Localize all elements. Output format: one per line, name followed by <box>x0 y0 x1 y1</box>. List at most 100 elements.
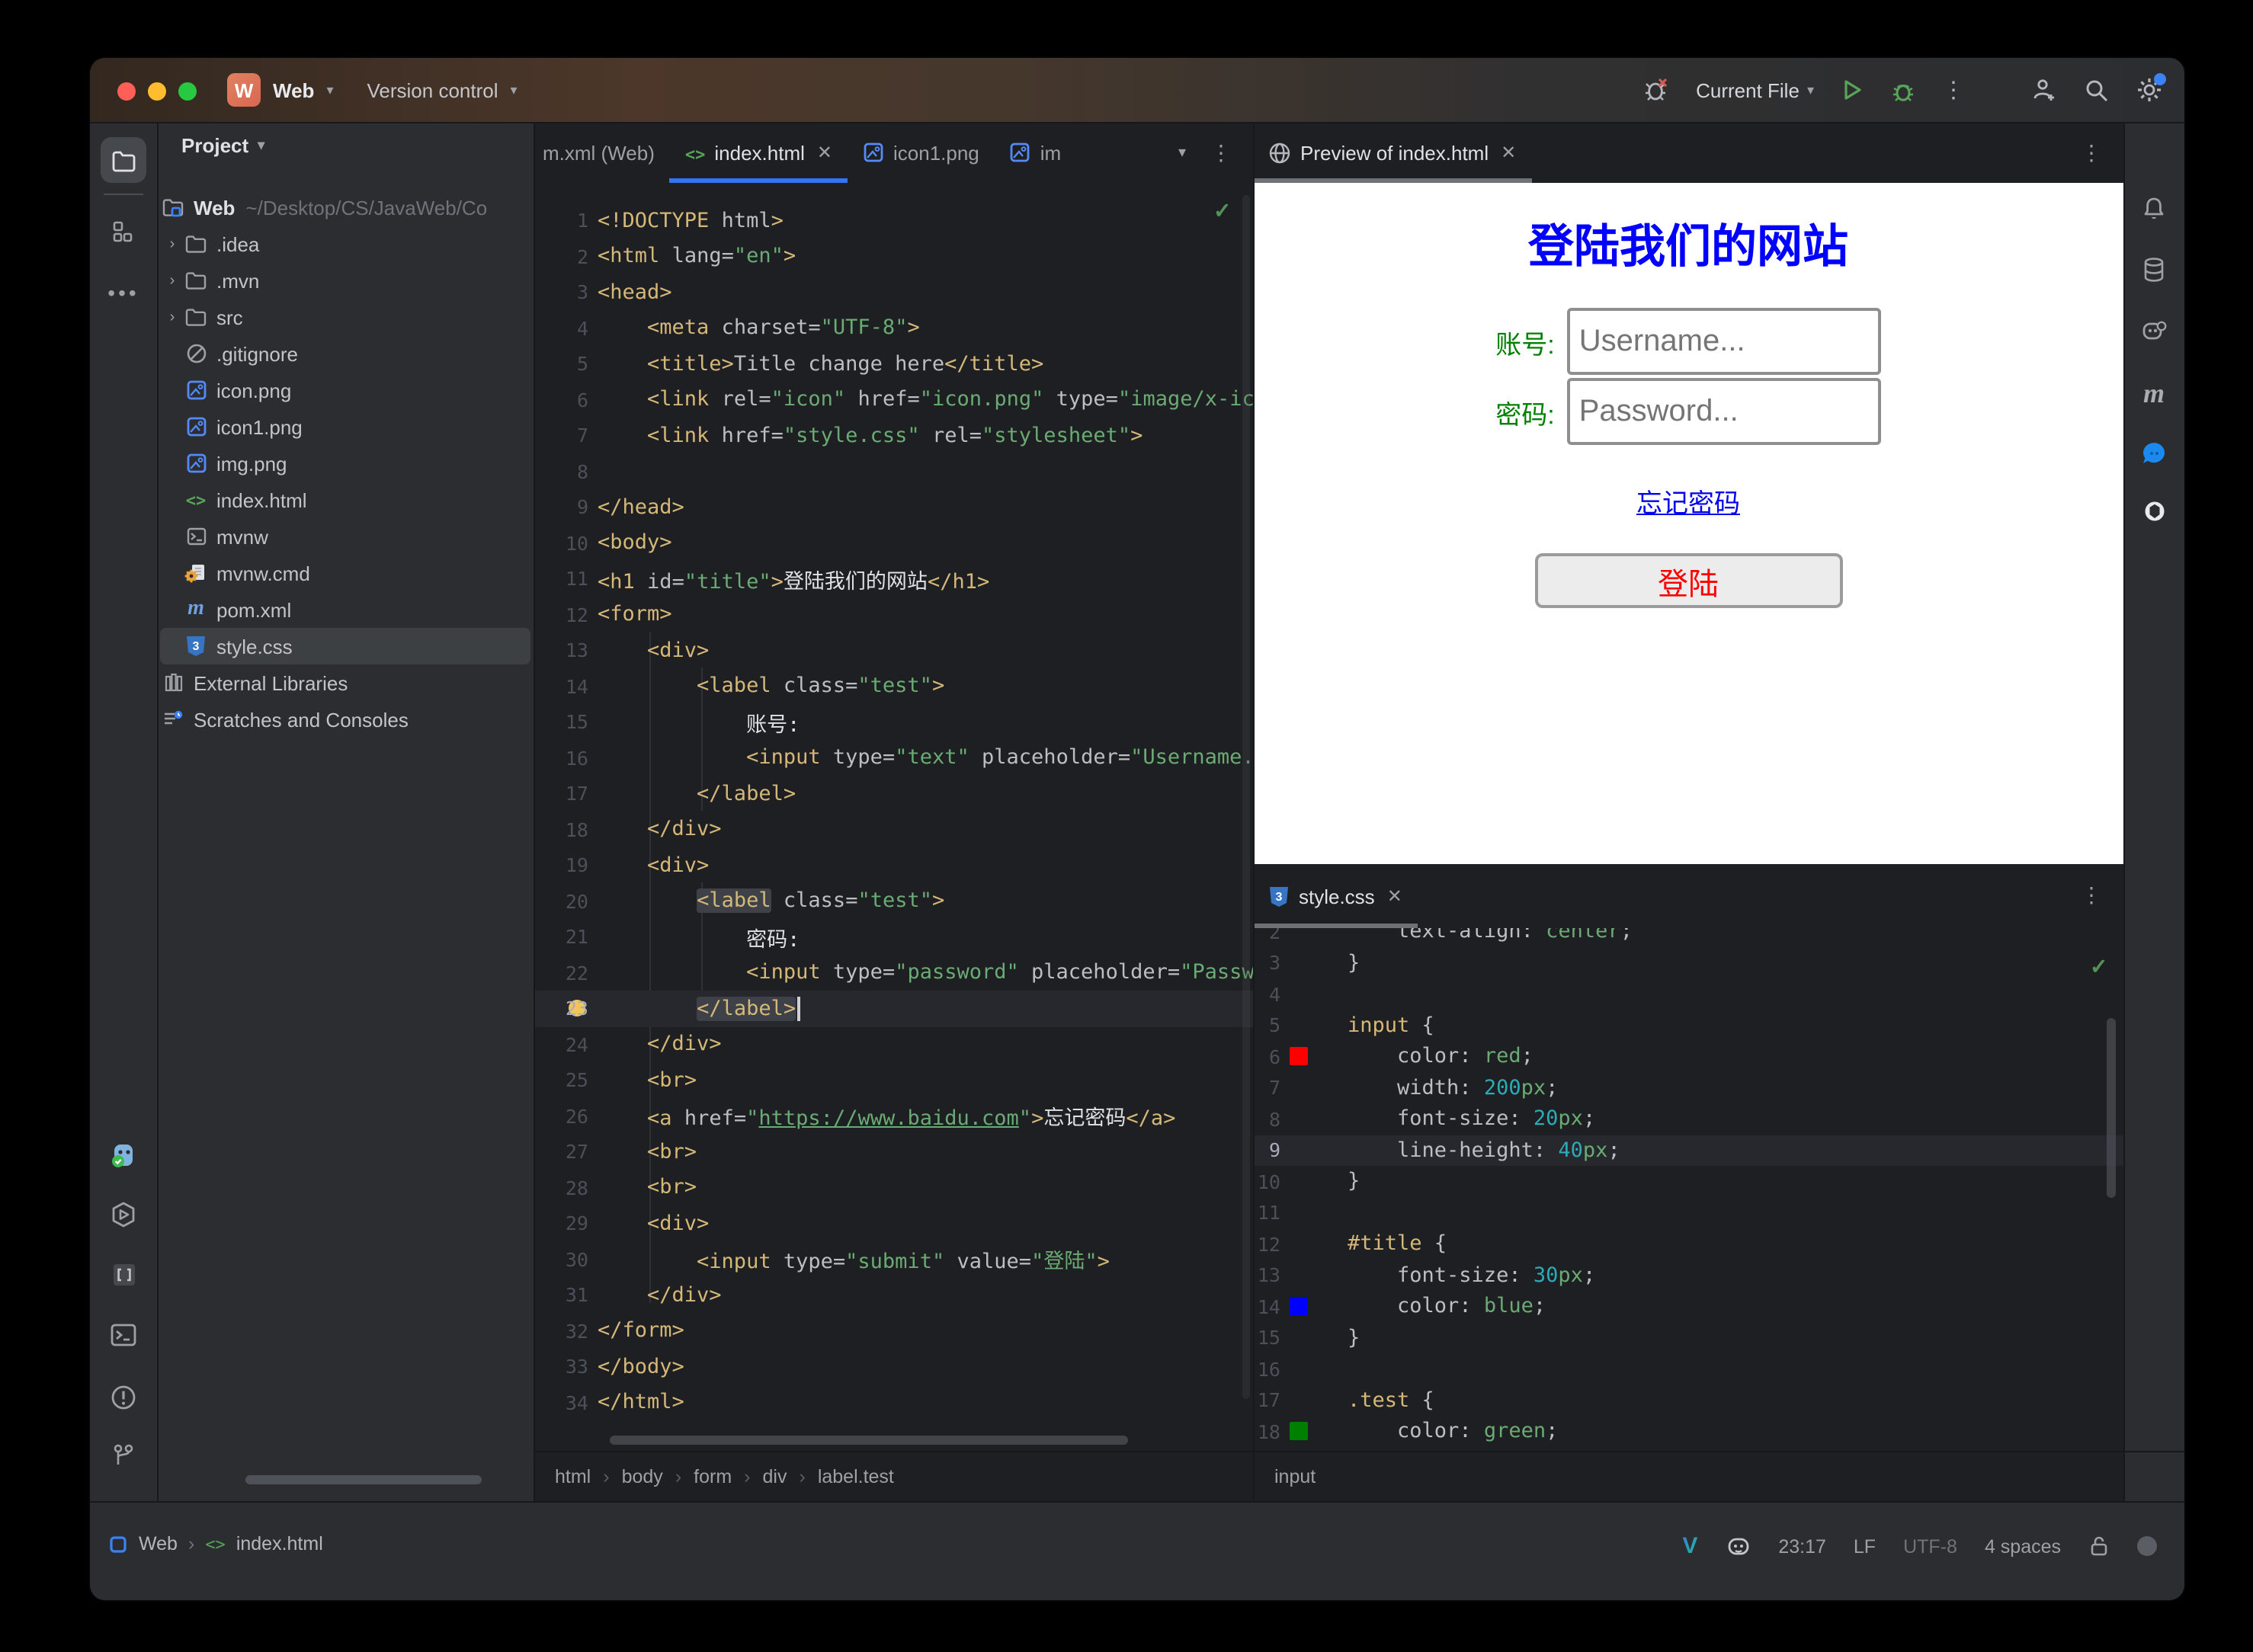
brackets-icon[interactable] <box>90 1262 157 1288</box>
search-icon[interactable] <box>2084 77 2110 103</box>
editor-vertical-scrollbar[interactable] <box>1242 195 1250 1399</box>
status-encoding[interactable]: UTF-8 <box>1903 1535 1957 1557</box>
ai-assistant-icon[interactable] <box>2123 317 2184 346</box>
code-line-13[interactable]: 13 <div> <box>534 632 1253 668</box>
status-file[interactable]: index.html <box>236 1533 323 1554</box>
tab-index-html[interactable]: <>index.html✕ <box>670 122 848 183</box>
code-line-8[interactable]: 8 font-size: 20px; <box>1253 1103 2123 1135</box>
debug-button[interactable] <box>1890 77 1916 103</box>
project-tree-item-external-libraries[interactable]: External Libraries <box>157 664 534 701</box>
unlock-icon[interactable] <box>2088 1535 2110 1558</box>
database-icon[interactable] <box>2123 256 2184 283</box>
code-line-15[interactable]: 15 账号: <box>534 704 1253 740</box>
maven-icon[interactable]: m <box>2123 378 2184 410</box>
structure-icon[interactable] <box>90 219 157 244</box>
add-user-icon[interactable] <box>2030 76 2058 104</box>
code-line-15[interactable]: 15} <box>1253 1322 2123 1353</box>
run-button[interactable] <box>1840 78 1864 102</box>
inspection-circle-icon[interactable] <box>2137 1536 2157 1556</box>
close-icon[interactable]: ✕ <box>817 142 832 163</box>
code-line-27[interactable]: 27 <br> <box>534 1134 1253 1170</box>
code-line-29[interactable]: 29 <div> <box>534 1205 1253 1241</box>
project-tree-item-icon1-png[interactable]: icon1.png <box>157 408 534 445</box>
code-line-10[interactable]: 10<body> <box>534 525 1253 561</box>
terminal-icon[interactable] <box>90 1321 157 1349</box>
breadcrumb[interactable]: html›body›form›div›label.test <box>555 1451 894 1501</box>
project-tree-item--gitignore[interactable]: .gitignore <box>157 335 534 372</box>
openai-icon[interactable] <box>2123 497 2184 526</box>
code-line-7[interactable]: 7 <link href="style.css" rel="stylesheet… <box>534 418 1253 453</box>
code-line-12[interactable]: 12#title { <box>1253 1228 2123 1260</box>
code-line-3[interactable]: 3} <box>1253 947 2123 978</box>
css-vertical-scrollbar[interactable] <box>2107 1018 2116 1198</box>
project-tree-item-web[interactable]: Web~/Desktop/CS/JavaWeb/Co <box>157 189 534 226</box>
chevron-right-icon[interactable]: › <box>162 309 183 325</box>
project-tree-item-mvnw-cmd[interactable]: mvnw.cmd <box>157 555 534 591</box>
forgot-password-link[interactable]: 忘记密码 <box>1636 489 1740 518</box>
code-line-12[interactable]: 12<form> <box>534 597 1253 632</box>
status-indent[interactable]: 4 spaces <box>1985 1535 2061 1557</box>
breadcrumb-item-form[interactable]: form <box>694 1465 732 1487</box>
services-icon[interactable] <box>90 1201 157 1228</box>
code-line-28[interactable]: 28 <br> <box>534 1170 1253 1205</box>
code-line-18[interactable]: 18 color: green; <box>1253 1416 2123 1447</box>
code-line-6[interactable]: 6 <link rel="icon" href="icon.png" type=… <box>534 382 1253 418</box>
project-tree-item-style-css[interactable]: 3style.css <box>157 628 534 664</box>
breadcrumb-item-div[interactable]: div <box>763 1465 787 1487</box>
code-line-32[interactable]: 32</form> <box>534 1313 1253 1349</box>
code-line-1[interactable]: 1<!DOCTYPE html> <box>534 203 1253 239</box>
breadcrumb-item-label-test[interactable]: label.test <box>818 1465 894 1487</box>
tab-im[interactable]: im <box>995 122 1076 183</box>
code-line-20[interactable]: 20 <label class="test"> <box>534 883 1253 919</box>
code-line-16[interactable]: 16 <input type="text" placeholder="Usern… <box>534 740 1253 776</box>
code-line-2[interactable]: 2<html lang="en"> <box>534 239 1253 274</box>
breadcrumb-item-body[interactable]: body <box>622 1465 663 1487</box>
css-editor[interactable]: 2 text-align: center;3}45input {6 color:… <box>1253 928 2123 1451</box>
username-input[interactable] <box>1567 308 1881 375</box>
close-icon[interactable]: ✕ <box>1387 885 1402 907</box>
code-line-30[interactable]: 30 <input type="submit" value="登陆"> <box>534 1241 1253 1277</box>
code-line-13[interactable]: 13 font-size: 30px; <box>1253 1260 2123 1291</box>
code-line-16[interactable]: 16 <box>1253 1353 2123 1385</box>
notifications-bell-icon[interactable] <box>2123 195 2184 223</box>
project-tree-item-index-html[interactable]: <>index.html <box>157 482 534 518</box>
code-line-17[interactable]: 17 </label> <box>534 776 1253 812</box>
problems-icon[interactable] <box>90 1384 157 1411</box>
more-vertical-icon[interactable]: ⋮ <box>1942 76 1965 104</box>
tab-m-xml-web-[interactable]: m.xml (Web) <box>534 122 670 183</box>
code-line-4[interactable]: 4 <box>1253 978 2123 1010</box>
chat-bubble-icon[interactable] <box>2123 439 2184 469</box>
status-project[interactable]: Web <box>139 1533 178 1554</box>
html-editor[interactable]: 1<!DOCTYPE html>2<html lang="en">3<head>… <box>534 183 1253 1451</box>
tab-preview[interactable]: Preview of index.html ✕ <box>1253 122 1531 183</box>
run-configuration-select[interactable]: Current File▾ <box>1696 78 1814 101</box>
git-branch-icon[interactable] <box>90 1442 157 1469</box>
inspections-ok-icon[interactable]: ✓ <box>1213 198 1231 224</box>
close-window-button[interactable] <box>117 82 136 101</box>
breadcrumb-item-html[interactable]: html <box>555 1465 591 1487</box>
code-line-33[interactable]: 33</body> <box>534 1349 1253 1385</box>
code-line-31[interactable]: 31 </div> <box>534 1277 1253 1313</box>
code-line-26[interactable]: 26 <a href="https://www.baidu.com">忘记密码<… <box>534 1098 1253 1134</box>
code-line-14[interactable]: 14 <label class="test"> <box>534 668 1253 704</box>
project-tool-button[interactable] <box>101 137 146 183</box>
inspections-ok-icon[interactable]: ✓ <box>2090 954 2107 980</box>
code-line-14[interactable]: 14 color: blue; <box>1253 1291 2123 1322</box>
vcs-menu[interactable]: Version control <box>367 78 498 101</box>
chevron-down-icon[interactable]: ▾ <box>1178 144 1186 161</box>
close-icon[interactable]: ✕ <box>1501 142 1516 163</box>
chevron-right-icon[interactable]: › <box>162 272 183 289</box>
code-line-23[interactable]: 23 </label> <box>534 991 1253 1026</box>
more-vertical-icon[interactable]: ⋮ <box>2081 882 2102 908</box>
password-input[interactable] <box>1567 378 1881 445</box>
more-dots-icon[interactable]: ••• <box>90 280 157 305</box>
code-line-9[interactable]: 9 line-height: 40px; <box>1253 1135 2123 1166</box>
code-line-25[interactable]: 25 <br> <box>534 1062 1253 1098</box>
project-tree-item-icon-png[interactable]: icon.png <box>157 372 534 408</box>
minimize-window-button[interactable] <box>148 82 166 101</box>
code-line-4[interactable]: 4 <meta charset="UTF-8"> <box>534 310 1253 346</box>
code-line-21[interactable]: 21 密码: <box>534 919 1253 955</box>
project-tree-item--idea[interactable]: ›.idea <box>157 226 534 262</box>
more-vertical-icon[interactable]: ⋮ <box>1210 139 1232 165</box>
code-line-19[interactable]: 19 <div> <box>534 847 1253 883</box>
